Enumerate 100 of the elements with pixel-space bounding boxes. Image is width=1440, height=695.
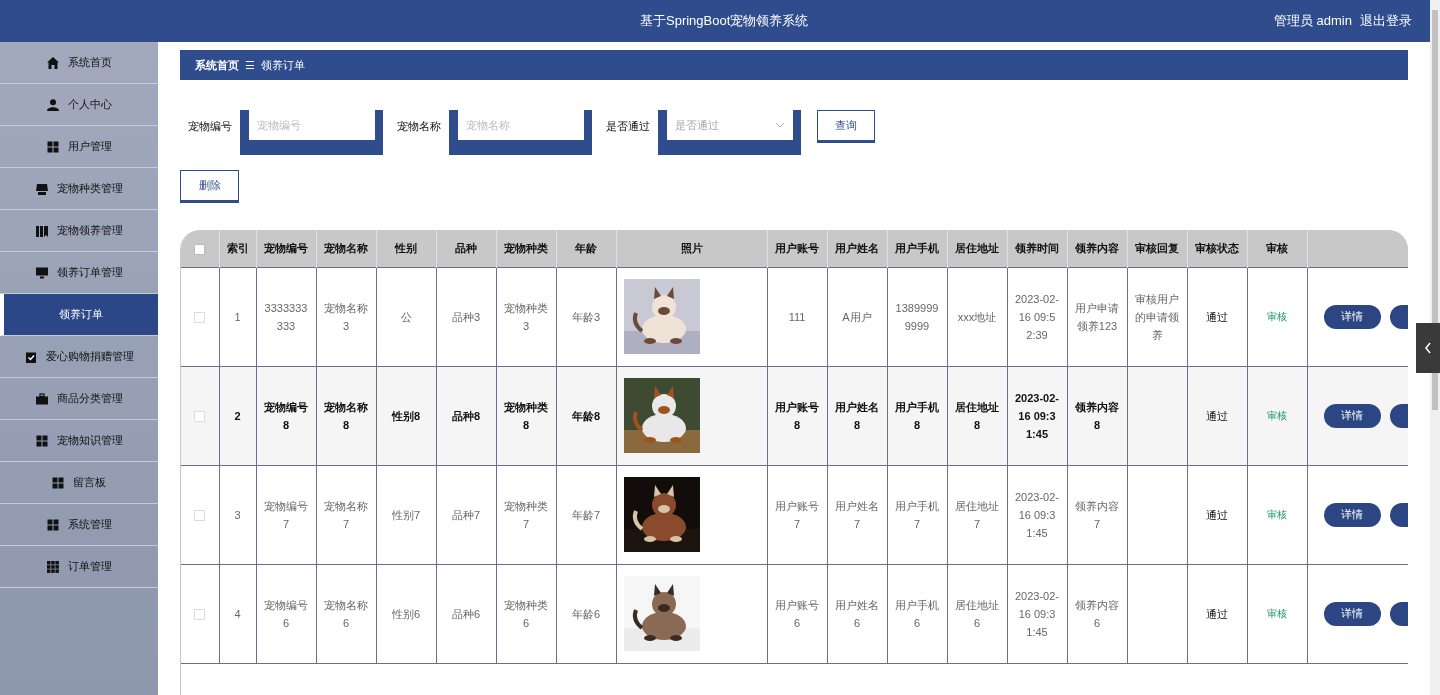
submenu-item[interactable]: 领养订单 — [0, 294, 158, 336]
table-cell: 年龄6 — [571, 607, 601, 620]
sidebar-item[interactable]: 个人中心 — [0, 84, 158, 126]
table-cell: 宠物种类8 — [504, 400, 548, 431]
query-button[interactable]: 查询 — [817, 110, 875, 141]
table-cell: 用户姓名7 — [835, 499, 879, 530]
review-link[interactable]: 审核 — [1267, 410, 1287, 421]
table-cell: 年龄3 — [571, 310, 601, 323]
sidebar-item[interactable]: 商品分类管理 — [0, 378, 158, 420]
filter-label: 是否通过 — [606, 119, 650, 134]
review-link[interactable]: 审核 — [1267, 608, 1287, 619]
table-cell: 用户手机8 — [895, 400, 939, 431]
detail-button[interactable]: 详情 — [1323, 304, 1381, 329]
table-cell: 年龄7 — [571, 508, 601, 521]
table-cell: 领养内容7 — [1075, 499, 1119, 530]
briefcase-icon — [35, 392, 48, 405]
sidebar-item[interactable]: 系统首页 — [0, 42, 158, 84]
detail-button[interactable]: 详情 — [1323, 502, 1381, 527]
checkbox[interactable] — [194, 311, 206, 323]
input-field[interactable]: 宠物名称 — [458, 110, 584, 140]
table-cell: 3 — [234, 508, 241, 521]
table-cell: 品种7 — [451, 508, 481, 521]
table-cell: 性别7 — [391, 508, 421, 521]
home-icon — [46, 56, 59, 69]
table-cell: 用户手机7 — [895, 499, 939, 530]
detail-button[interactable]: 详情 — [1323, 403, 1381, 428]
detail-button[interactable]: 详情 — [1323, 601, 1381, 626]
checkbox[interactable] — [194, 509, 206, 521]
sidebar-item[interactable]: 留言板 — [0, 462, 158, 504]
review-link[interactable]: 审核 — [1267, 509, 1287, 520]
side-collapse-tab[interactable] — [1416, 323, 1440, 373]
sidebar-item[interactable]: 宠物知识管理 — [0, 420, 158, 462]
grid-icon — [46, 518, 59, 531]
table-cell: 111 — [788, 310, 806, 323]
table-cell: 3333333333 — [264, 301, 308, 332]
table-cell: 用户账号8 — [775, 400, 819, 431]
table-cell: 宠物种类6 — [504, 598, 548, 629]
grid-icon — [46, 560, 59, 573]
table-cell: 居住地址6 — [955, 598, 999, 629]
table-cell: 13899999999 — [895, 301, 939, 332]
table-cell: 1 — [234, 310, 241, 323]
chevron-down-icon — [775, 122, 785, 128]
monitor-icon — [35, 266, 48, 279]
table-cell: xxx地址 — [957, 310, 997, 323]
table-cell: 居住地址8 — [955, 400, 999, 431]
table-cell: 通过 — [1206, 508, 1228, 521]
table-cell: 领养内容8 — [1075, 400, 1119, 431]
table-cell: A用户 — [842, 310, 872, 323]
filter-label: 宠物名称 — [397, 119, 441, 134]
logout-link[interactable]: 退出登录 — [1360, 11, 1412, 31]
table-cell: 品种6 — [451, 607, 481, 620]
table-cell: 2 — [234, 409, 241, 422]
table-cell: 通过 — [1206, 310, 1228, 323]
filter-label: 宠物编号 — [188, 119, 232, 134]
delete-button[interactable]: 删除 — [180, 170, 239, 201]
clipboard-check-icon — [24, 350, 37, 363]
user-icon — [46, 98, 59, 111]
table-cell: 性别8 — [391, 409, 421, 422]
sidebar-item[interactable]: 系统管理 — [0, 504, 158, 546]
table-cell: 2023-02-16 09:31:45 — [1014, 391, 1059, 440]
sidebar-item[interactable]: 用户管理 — [0, 126, 158, 168]
grid-icon — [52, 476, 64, 489]
table-cell: 用户账号6 — [775, 598, 819, 629]
sidebar-item[interactable]: 订单管理 — [0, 546, 158, 588]
table-cell: 品种8 — [451, 409, 481, 422]
table-cell: 2023-02-16 09:31:45 — [1014, 589, 1059, 638]
table-cell: 宠物名称8 — [324, 400, 368, 431]
table-cell: 公 — [400, 310, 412, 323]
table-cell: 用户姓名8 — [835, 400, 879, 431]
table-cell: 宠物名称6 — [324, 598, 368, 629]
admin-label: 管理员 admin — [1273, 12, 1352, 31]
review-link[interactable]: 审核 — [1267, 311, 1287, 322]
table-cell: 性别6 — [391, 607, 421, 620]
sidebar-item[interactable]: 爱心购物捐赠管理 — [0, 336, 158, 378]
breadcrumb-separator: ☰ — [245, 57, 255, 73]
checkbox[interactable] — [194, 243, 206, 255]
table-cell: 用户姓名6 — [835, 598, 879, 629]
sidebar-item[interactable]: 宠物领养管理 — [0, 210, 158, 252]
table-cell: 宠物编号8 — [264, 400, 308, 431]
table-cell: 2023-02-16 09:52:39 — [1014, 292, 1059, 341]
checkbox[interactable] — [194, 608, 206, 620]
system-title: 基于SpringBoot宠物领养系统 — [640, 12, 809, 31]
table-cell: 用户手机6 — [895, 598, 939, 629]
book-icon — [35, 224, 48, 237]
table-cell: 通过 — [1206, 607, 1228, 620]
table-cell: 宠物种类7 — [504, 499, 548, 530]
table-cell: 宠物编号7 — [264, 499, 308, 530]
sidebar-item[interactable]: 宠物种类管理 — [0, 168, 158, 210]
table-cell: 宠物种类3 — [504, 301, 548, 332]
checkbox[interactable] — [194, 410, 206, 422]
grid-icon — [46, 140, 59, 153]
table-cell: 通过 — [1206, 409, 1228, 422]
chevron-left-icon — [1424, 342, 1432, 354]
table-cell: 领养内容6 — [1075, 598, 1119, 629]
table-cell: 用户申请领养123 — [1075, 301, 1119, 332]
table-cell: 宠物名称7 — [324, 499, 368, 530]
breadcrumb-link[interactable]: 系统首页 — [195, 56, 239, 74]
scrollbar[interactable] — [1430, 0, 1440, 695]
table-cell: 审核用户的申请领养 — [1135, 292, 1179, 341]
breadcrumb-current: 领养订单 — [261, 57, 305, 73]
